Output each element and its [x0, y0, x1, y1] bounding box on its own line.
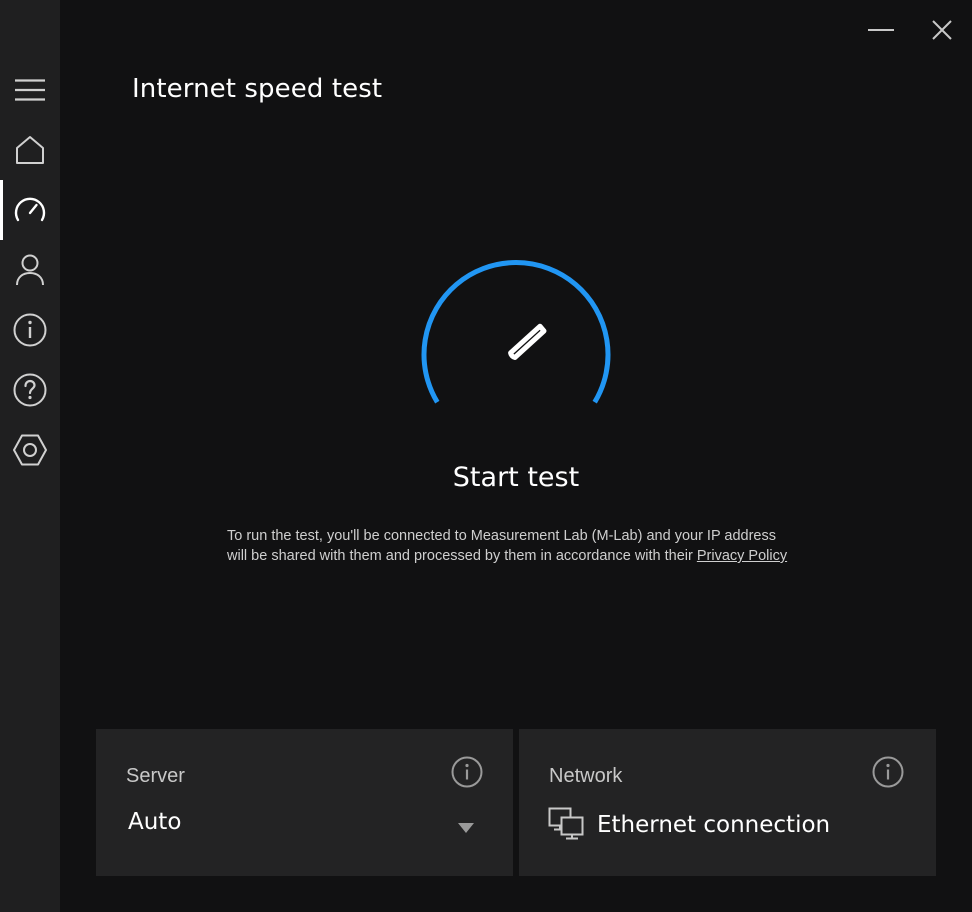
speed-test-window: Internet speed test Start test To run th… — [0, 0, 972, 912]
close-button[interactable] — [922, 10, 962, 50]
server-selected-value: Auto — [128, 809, 182, 835]
disclaimer-line-2: will be shared with them and processed b… — [227, 546, 827, 566]
server-label: Server — [126, 765, 185, 787]
sidebar-item-account[interactable] — [0, 240, 60, 300]
network-card: Network Ethernet connection — [519, 729, 936, 876]
privacy-policy-link[interactable]: Privacy Policy — [697, 548, 787, 564]
close-icon — [932, 20, 952, 40]
ethernet-network-icon — [548, 807, 584, 840]
gauge-arc — [421, 260, 611, 404]
chevron-down-icon — [458, 823, 474, 833]
info-icon — [451, 756, 483, 788]
home-icon — [16, 136, 44, 164]
network-label: Network — [549, 765, 623, 787]
network-info-button[interactable] — [871, 755, 905, 789]
person-icon — [16, 254, 44, 286]
server-dropdown[interactable]: Auto — [126, 809, 486, 843]
help-question-icon — [13, 373, 47, 407]
gauge-needle-icon — [508, 323, 547, 360]
sidebar-item-speed-test[interactable] — [0, 180, 60, 240]
disclaimer-line-2-text: will be shared with them and processed b… — [227, 548, 693, 564]
info-icon — [13, 313, 47, 347]
disclaimer-text: To run the test, you'll be connected to … — [227, 526, 827, 566]
start-test-gauge-button[interactable] — [416, 256, 616, 416]
speedometer-icon — [14, 197, 46, 222]
minimize-icon — [868, 29, 894, 31]
disclaimer-line-1: To run the test, you'll be connected to … — [227, 528, 776, 544]
minimize-button[interactable] — [861, 10, 901, 50]
server-info-button[interactable] — [450, 755, 484, 789]
network-connection-value: Ethernet connection — [597, 812, 831, 838]
sidebar — [0, 0, 60, 912]
sidebar-item-home[interactable] — [0, 120, 60, 180]
hamburger-menu-icon — [15, 79, 45, 101]
page-title: Internet speed test — [132, 74, 383, 104]
sidebar-item-about[interactable] — [0, 300, 60, 360]
menu-button[interactable] — [0, 60, 60, 120]
sidebar-item-help[interactable] — [0, 360, 60, 420]
start-test-label[interactable]: Start test — [0, 462, 972, 493]
info-icon — [872, 756, 904, 788]
server-card: Server Auto — [96, 729, 513, 876]
